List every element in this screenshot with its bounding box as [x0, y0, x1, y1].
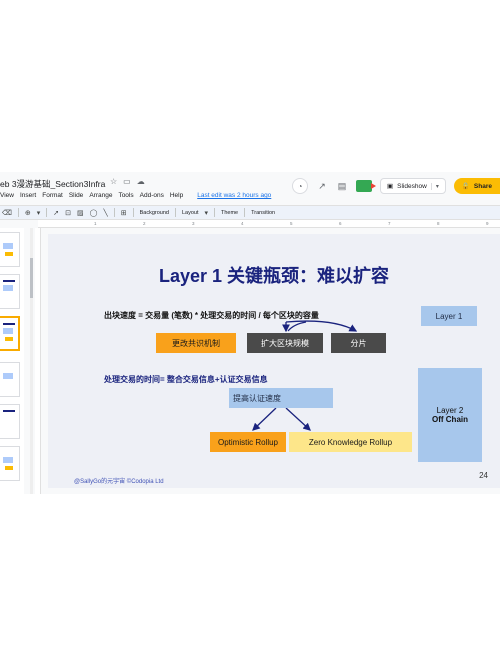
slide-thumbnail-active[interactable] — [0, 316, 20, 351]
sharding-box: 分片 — [331, 333, 386, 353]
slide-thumbnail[interactable] — [0, 232, 20, 267]
ruler-tick: 7 — [388, 221, 391, 226]
layer2-line2: Off Chain — [432, 415, 468, 424]
slide-page-number: 24 — [479, 471, 488, 480]
select-cursor-icon[interactable]: ➚ — [53, 209, 59, 217]
slide-credit: @SallyGo的元宇宙 ©Codopia Ltd — [74, 479, 164, 485]
cloud-icon[interactable]: ☁ — [137, 177, 145, 186]
zk-rollup-box: Zero Knowledge Rollup — [289, 432, 412, 452]
add-comment-icon[interactable]: ⊞ — [121, 209, 127, 217]
slideshow-label: Slideshow — [397, 182, 427, 190]
image-icon[interactable]: ▨ — [77, 209, 84, 217]
verify-speed-box: 提高认证速度 — [229, 388, 333, 408]
meet-icon[interactable] — [356, 180, 377, 192]
lock-icon: 🔒 — [461, 183, 470, 190]
slide-thumbnail[interactable] — [0, 274, 20, 309]
slide-thumbnail[interactable] — [0, 404, 20, 439]
menu-format[interactable]: Format — [42, 192, 63, 199]
filmstrip-scrollbar[interactable] — [30, 228, 33, 494]
menu-tools[interactable]: Tools — [118, 192, 133, 199]
throughput-formula: 出块速度 = 交易量 (笔数) * 处理交易的时间 / 每个区块的容量 — [104, 311, 319, 320]
chevron-down-icon[interactable]: ▾ — [204, 209, 208, 217]
optimistic-rollup-box: Optimistic Rollup — [210, 432, 286, 452]
arrow-to-optimistic — [252, 407, 277, 431]
slide-thumbnail[interactable] — [0, 362, 20, 397]
horizontal-ruler[interactable]: 1 2 3 4 5 6 7 8 9 — [38, 220, 500, 228]
ruler-tick: 2 — [143, 221, 146, 226]
layer2-line1: Layer 2 — [436, 406, 464, 415]
menu-bar: View Insert Format Slide Arrange Tools A… — [0, 192, 271, 199]
toolbar-divider — [174, 208, 176, 217]
toolbar-divider — [214, 208, 215, 217]
slideshow-button[interactable]: ▣ Slideshow ▾ — [380, 178, 446, 194]
slide-title: Layer 1 关键瓶颈：难以扩容 — [158, 266, 390, 286]
layer2-box: Layer 2 Off Chain — [418, 368, 482, 462]
star-icon[interactable]: ☆ — [110, 177, 117, 186]
title-icons: ☆ ▭ ☁ — [110, 177, 145, 186]
theme-button[interactable]: Theme — [221, 210, 238, 216]
ruler-tick: 4 — [241, 221, 244, 226]
ruler-tick: 5 — [290, 221, 293, 226]
share-button[interactable]: 🔒 Share — [453, 178, 500, 194]
toolbar-divider — [17, 208, 19, 217]
transaction-time-heading: 处理交易的时间= 整合交易信息+认证交易信息 — [104, 375, 268, 384]
share-label: Share — [473, 182, 492, 190]
menu-arrange[interactable]: Arrange — [89, 192, 112, 199]
vertical-ruler[interactable] — [35, 228, 41, 494]
shape-icon[interactable]: ◯ — [90, 209, 98, 217]
ruler-tick: 9 — [486, 221, 489, 226]
comment-icon[interactable]: ▤ — [336, 181, 348, 192]
toolbar-divider — [113, 208, 115, 217]
ruler-tick: 3 — [192, 221, 195, 226]
menu-view[interactable]: View — [0, 192, 14, 199]
zoom-icon[interactable]: ⊕ — [25, 209, 31, 217]
scrollbar-thumb[interactable] — [30, 258, 33, 298]
arrow-to-sharding — [285, 320, 358, 332]
consensus-box: 更改共识机制 — [156, 333, 236, 353]
toolbar-divider — [46, 208, 48, 217]
slideshow-icon: ▣ — [387, 183, 394, 190]
menu-help[interactable]: Help — [170, 192, 183, 199]
layout-button[interactable]: Layout — [182, 210, 199, 216]
folder-icon[interactable]: ▭ — [123, 177, 131, 186]
slide-canvas[interactable]: Layer 1 关键瓶颈：难以扩容 出块速度 = 交易量 (笔数) * 处理交易… — [48, 234, 500, 488]
header-actions: ◔ ↗ ▤ ▣ Slideshow ▾ 🔒 Share — [292, 178, 500, 194]
transition-button[interactable]: Transition — [251, 210, 275, 216]
menu-addons[interactable]: Add-ons — [140, 192, 164, 199]
last-edit-link[interactable]: Last edit was 2 hours ago — [197, 192, 271, 199]
chevron-down-icon[interactable]: ▾ — [37, 209, 41, 217]
slide-thumbnail[interactable] — [0, 446, 20, 481]
document-title[interactable]: eb 3漫游基础_Section3Infra — [0, 178, 105, 190]
trend-icon[interactable]: ↗ — [316, 181, 328, 192]
motion-icon[interactable]: ◔ — [292, 178, 309, 194]
line-icon[interactable]: ╲ — [104, 209, 108, 217]
slides-editor: eb 3漫游基础_Section3Infra ☆ ▭ ☁ View Insert… — [0, 172, 500, 494]
background-button[interactable]: Background — [140, 210, 169, 216]
arrow-to-zk — [285, 407, 311, 431]
menu-slide[interactable]: Slide — [69, 192, 83, 199]
paint-format-icon[interactable]: ⌫ — [2, 209, 12, 217]
menu-insert[interactable]: Insert — [20, 192, 36, 199]
toolbar-divider — [244, 208, 246, 217]
text-box-icon[interactable]: ⊡ — [65, 209, 71, 217]
ruler-tick: 1 — [94, 221, 97, 226]
slide-filmstrip — [0, 228, 24, 494]
ruler-tick: 6 — [339, 221, 342, 226]
ruler-tick: 8 — [437, 221, 440, 226]
block-size-box: 扩大区块规模 — [247, 333, 323, 353]
toolbar-divider — [132, 208, 134, 217]
chevron-down-icon[interactable]: ▾ — [430, 182, 439, 190]
toolbar: ⌫ ⊕ ▾ ➚ ⊡ ▨ ◯ ╲ ⊞ Background Layout ▾ Th… — [0, 205, 500, 220]
layer1-box: Layer 1 — [421, 306, 477, 326]
arrow-to-block-size-left — [287, 321, 307, 332]
